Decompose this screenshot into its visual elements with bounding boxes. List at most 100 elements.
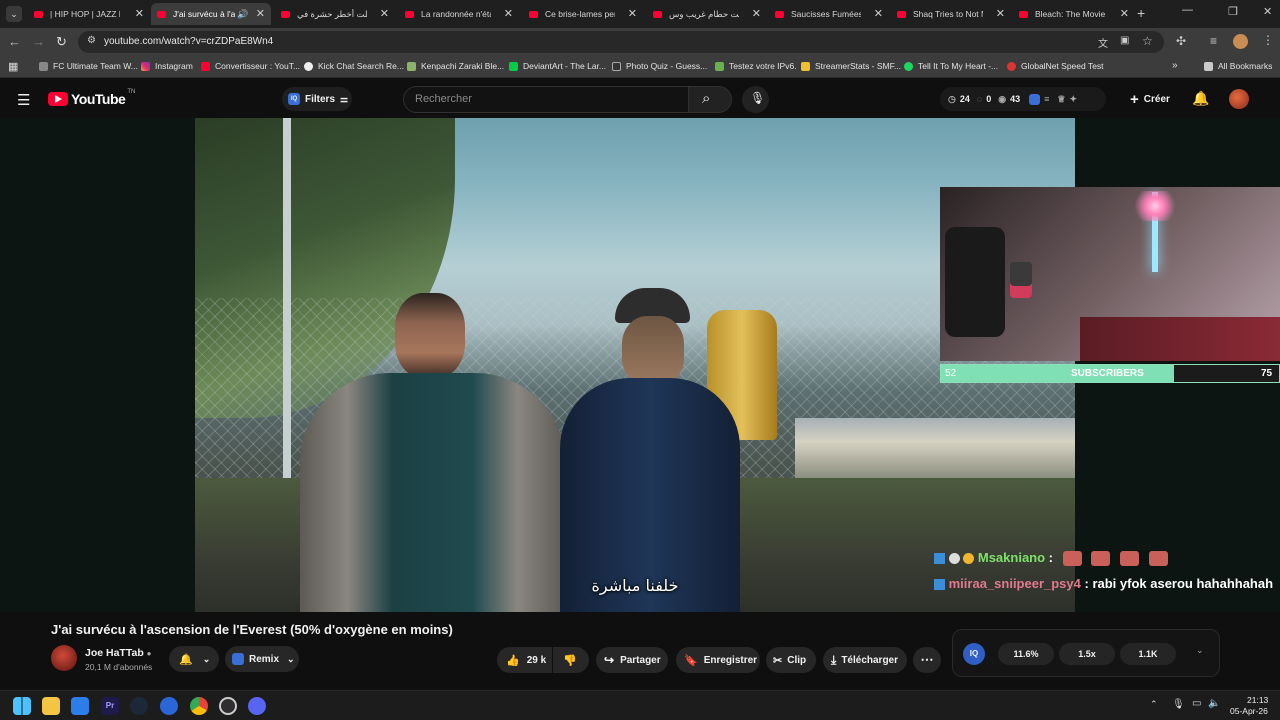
windows-start-icon[interactable] xyxy=(13,697,31,715)
more-actions-button[interactable]: ⋯ xyxy=(913,647,941,673)
bookmark-item[interactable]: StreamerStats - SMF... xyxy=(801,61,901,71)
search-input[interactable]: Rechercher xyxy=(403,86,689,113)
profile-avatar[interactable] xyxy=(1233,34,1248,49)
channel-avatar[interactable] xyxy=(51,645,77,671)
close-tab-icon[interactable]: ✕ xyxy=(135,7,144,20)
close-tab-icon[interactable]: ✕ xyxy=(504,7,513,20)
download-button[interactable]: ⤓ Télécharger xyxy=(823,647,907,673)
bookmark-favicon-icon xyxy=(407,61,416,71)
bookmark-item[interactable]: Instagram xyxy=(141,61,193,71)
site-info-icon[interactable]: ⚙ xyxy=(87,35,96,46)
tray-chevron-icon[interactable]: ⌃ xyxy=(1150,699,1158,710)
hamburger-menu-icon[interactable]: ☰ xyxy=(17,91,30,109)
notifications-bell-icon[interactable]: 🔔 xyxy=(1192,90,1209,107)
close-tab-icon[interactable]: ✕ xyxy=(1120,7,1129,20)
address-bar[interactable]: ⚙ youtube.com/watch?v=crZDPaE8Wn4 文 ▣ ☆ xyxy=(78,31,1164,53)
browser-tab[interactable]: دخلت حطام غريب وس ✕ xyxy=(647,3,767,25)
subscribe-bell-button[interactable]: 🔔 ⌄ xyxy=(169,646,219,672)
clock-icon: ◷ xyxy=(948,93,956,104)
bookmark-item[interactable]: Kick Chat Search Re... xyxy=(304,61,404,71)
like-button[interactable]: 👍 29 k xyxy=(497,647,552,673)
mail-icon[interactable] xyxy=(71,697,89,715)
tray-network-icon[interactable]: ▭ xyxy=(1192,698,1201,709)
taskbar-time[interactable]: 21:13 xyxy=(1247,695,1268,705)
chrome-icon[interactable] xyxy=(190,697,208,715)
remix-button[interactable]: Remix ⌄ xyxy=(225,646,299,672)
bookmark-item[interactable]: GlobalNet Speed Test xyxy=(1007,61,1104,71)
filters-button[interactable]: IQ Filters ⚌ xyxy=(282,87,352,111)
bookmark-item[interactable]: Tell It To My Heart -... xyxy=(904,61,998,71)
bookmark-star-icon[interactable]: ☆ xyxy=(1142,34,1153,48)
extension-stats-bar[interactable]: ◷ 24 ◌ 0 ◉ 43 ≡ ♕ ✦ xyxy=(940,87,1106,111)
speaker-icon[interactable]: 🔊 xyxy=(237,9,248,20)
close-tab-icon[interactable]: ✕ xyxy=(380,7,389,20)
new-tab-button[interactable]: + xyxy=(1137,5,1145,21)
tab-search-button[interactable]: ⌄ xyxy=(6,6,22,22)
forward-arrow-icon[interactable]: → xyxy=(32,34,45,49)
tab-title: La randonnée n'était xyxy=(421,9,491,19)
browser-tab-active[interactable]: J'ai survécu à l'asc 🔊 ✕ xyxy=(151,3,271,25)
bookmark-item[interactable]: Convertisseur : YouT... xyxy=(201,61,300,71)
close-tab-icon[interactable]: ✕ xyxy=(874,7,883,20)
cast-icon[interactable]: ▣ xyxy=(1120,35,1129,46)
obs-icon[interactable] xyxy=(219,697,237,715)
bookmark-item[interactable]: Photo Quiz - Guess... xyxy=(612,61,707,71)
bookmark-item[interactable]: DeviantArt - The Lar... xyxy=(509,61,606,71)
more-bookmarks-chevron-icon[interactable]: » xyxy=(1172,60,1178,71)
browser-tab[interactable]: Bleach: The Movie (2 ✕ xyxy=(1013,3,1135,25)
video-player[interactable]: خلفنا مباشرة 52 SUBSCRIBERS 75 Msakniano… xyxy=(0,118,1280,612)
clip-button[interactable]: ✂ Clip xyxy=(766,647,816,673)
url-text[interactable]: youtube.com/watch?v=crZDPaE8Wn4 xyxy=(104,36,273,47)
close-tab-icon[interactable]: ✕ xyxy=(996,7,1005,20)
youtube-logo[interactable]: YouTube TN xyxy=(48,89,135,107)
stat-value: 0 xyxy=(986,94,992,104)
browser-tab[interactable]: Saucisses Fumées No ✕ xyxy=(769,3,889,25)
taskbar-date[interactable]: 05-Apr-26 xyxy=(1230,706,1268,716)
chat-message: Msakniano : xyxy=(934,550,1168,567)
bell-icon: 🔔 xyxy=(179,653,193,666)
dislike-button[interactable]: 👎 xyxy=(553,647,589,673)
apps-grid-icon[interactable]: ▦ xyxy=(8,60,18,73)
premiere-icon[interactable]: Pr xyxy=(101,697,119,715)
search-button[interactable]: ⌕ xyxy=(688,86,732,113)
steam-icon[interactable] xyxy=(130,697,148,715)
translate-icon[interactable]: 文 xyxy=(1098,35,1108,50)
tray-volume-icon[interactable]: 🔈 xyxy=(1208,698,1220,709)
bookmark-item[interactable]: Testez votre IPv6. xyxy=(715,61,797,71)
close-tab-icon[interactable]: ✕ xyxy=(752,7,761,20)
account-avatar[interactable] xyxy=(1229,89,1249,109)
media-controls-icon[interactable]: ≡ xyxy=(1210,34,1217,48)
share-button[interactable]: ↪ Partager xyxy=(596,647,668,673)
save-button[interactable]: 🔖 Enregistrer xyxy=(676,647,760,673)
channel-name[interactable]: Joe HaTTab ● xyxy=(85,647,152,659)
stat-value: 24 xyxy=(959,94,970,104)
browser-tab[interactable]: Ce brise-lames perm ✕ xyxy=(523,3,643,25)
iq-stats-panel[interactable]: IQ 11.6% 1.5x 1.1K ⌄ xyxy=(952,629,1220,677)
youtube-favicon-icon xyxy=(281,10,290,18)
discord-icon[interactable] xyxy=(248,697,266,715)
reload-icon[interactable]: ↻ xyxy=(56,34,67,50)
minimize-window-button[interactable]: — xyxy=(1182,4,1193,16)
close-tab-icon[interactable]: ✕ xyxy=(256,7,265,20)
bookmark-item[interactable]: FC Ultimate Team W... xyxy=(39,61,138,71)
restore-window-button[interactable]: ❐ xyxy=(1228,5,1238,18)
browser-tab[interactable]: La randonnée n'était ✕ xyxy=(399,3,519,25)
close-window-button[interactable]: ✕ xyxy=(1263,5,1272,18)
deviantart-icon xyxy=(509,61,518,71)
file-explorer-icon[interactable] xyxy=(42,697,60,715)
checkmark-icon xyxy=(715,61,724,71)
create-button[interactable]: + Créer xyxy=(1124,87,1180,111)
browser-menu-icon[interactable]: ⋮ xyxy=(1262,33,1274,47)
browser-tab[interactable]: Shaq Tries to Not Ma ✕ xyxy=(891,3,1011,25)
browser-tab[interactable]: | HIP HOP | JAZZ RAP ✕ xyxy=(28,3,150,25)
bookmark-item[interactable]: Kenpachi Zaraki Ble... xyxy=(407,61,504,71)
back-arrow-icon[interactable]: ← xyxy=(8,34,21,49)
tray-microphone-icon[interactable]: 🎙 xyxy=(1172,699,1185,710)
voice-search-button[interactable]: 🎙 xyxy=(742,86,769,113)
extensions-icon[interactable]: ✣ xyxy=(1176,34,1186,48)
close-tab-icon[interactable]: ✕ xyxy=(628,7,637,20)
chevron-down-icon[interactable]: ⌄ xyxy=(1196,645,1204,656)
app-icon[interactable] xyxy=(160,697,178,715)
all-bookmarks[interactable]: All Bookmarks xyxy=(1204,61,1272,71)
browser-tab[interactable]: أكلت أخطر حشرة في ✕ xyxy=(275,3,395,25)
